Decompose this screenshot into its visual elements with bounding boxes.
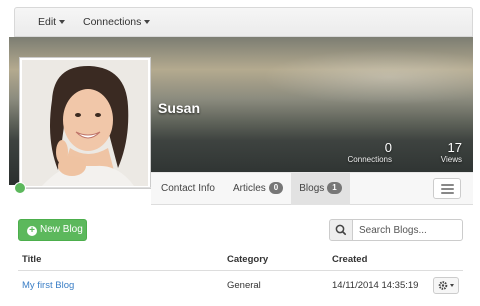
blog-category: General: [227, 280, 261, 291]
search-button[interactable]: [329, 219, 353, 241]
views-stat: 17 Views: [420, 140, 462, 164]
search-input[interactable]: [352, 219, 463, 241]
connections-stat[interactable]: 0 Connections: [340, 140, 392, 164]
blog-created: 14/11/2014 14:35:19: [332, 280, 419, 291]
edit-menu-label: Edit: [38, 16, 57, 28]
profile-name: Susan: [158, 100, 201, 116]
plus-circle-icon: +: [27, 226, 37, 236]
edit-menu[interactable]: Edit: [38, 8, 66, 36]
views-label: Views: [440, 155, 462, 164]
column-header-category[interactable]: Category: [227, 254, 268, 265]
new-blog-label: New Blog: [40, 224, 83, 235]
caret-down-icon: [144, 20, 151, 25]
tab-contact-info[interactable]: Contact Info: [161, 173, 215, 205]
column-header-created[interactable]: Created: [332, 254, 367, 265]
views-count: 17: [447, 140, 462, 155]
top-menu-bar: Edit Connections: [14, 7, 473, 37]
blog-search: [329, 219, 463, 241]
search-icon: [335, 224, 347, 236]
tab-articles[interactable]: Articles 0: [233, 173, 284, 205]
profile-photo[interactable]: [19, 57, 151, 189]
table-header-divider: [18, 270, 463, 271]
row-actions-button[interactable]: [433, 277, 459, 294]
online-status-indicator: [14, 182, 26, 194]
blog-title-link[interactable]: My first Blog: [22, 280, 74, 291]
gear-icon: [438, 281, 454, 290]
menu-toggle-button[interactable]: [433, 178, 461, 199]
profile-divider: [24, 187, 152, 188]
connections-label: Connections: [347, 155, 392, 164]
connections-menu-label: Connections: [83, 16, 142, 28]
connections-menu[interactable]: Connections: [83, 8, 151, 36]
profile-tabs: Contact Info Articles 0 Blogs 1: [151, 172, 473, 205]
tab-blogs-label: Blogs: [299, 183, 325, 194]
caret-down-icon: [59, 20, 66, 25]
tab-articles-label: Articles: [233, 183, 266, 194]
connections-count: 0: [384, 140, 392, 155]
new-blog-button[interactable]: + New Blog: [18, 219, 87, 241]
tab-contact-info-label: Contact Info: [161, 183, 215, 194]
column-header-title[interactable]: Title: [22, 254, 41, 265]
avatar: [22, 60, 148, 186]
articles-count-badge: 0: [268, 182, 284, 195]
blogs-count-badge: 1: [327, 182, 342, 195]
tab-blogs[interactable]: Blogs 1: [291, 173, 350, 205]
